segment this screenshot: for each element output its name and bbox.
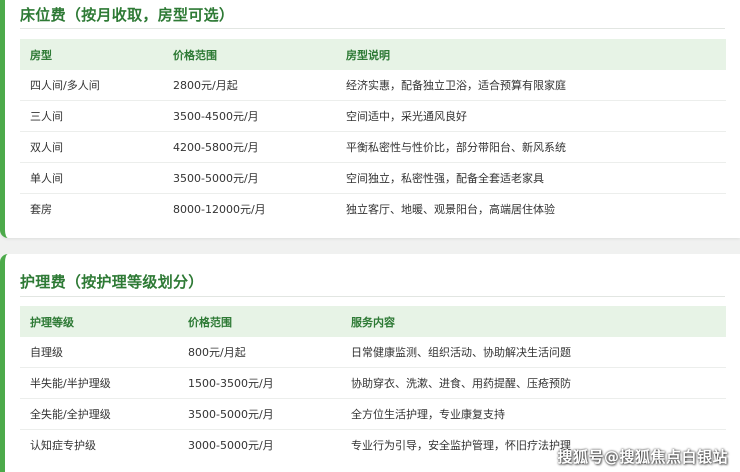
column-header-price-range: 价格范围 (163, 39, 336, 70)
description-cell: 空间独立，私密性强，配备全套适老家具 (336, 162, 726, 194)
table-row: 半失能/半护理级 1500-3500元/月 协助穿衣、洗漱、进食、用药提醒、压疮… (20, 367, 726, 399)
service-cell: 日常健康监测、组织活动、协助解决生活问题 (341, 337, 726, 368)
column-header-price-range: 价格范围 (178, 306, 341, 337)
price-cell: 800元/月起 (178, 337, 341, 368)
price-cell: 1500-3500元/月 (178, 367, 341, 399)
price-cell: 3500-5000元/月 (178, 398, 341, 430)
description-cell: 独立客厅、地暖、观景阳台，高端居住体验 (346, 203, 555, 216)
price-cell: 3500-4500元/月 (163, 100, 336, 132)
care-fee-divider (20, 296, 725, 297)
price-cell: 2800元/月起 (163, 70, 336, 101)
bed-fee-card: 床位费（按月收取，房型可选） 房型 价格范围 房型说明 四人间/多人间 2800… (0, 0, 740, 238)
description-cell: 经济实惠，配备独立卫浴，适合预算有限家庭 (336, 70, 726, 101)
column-header-service-content: 服务内容 (341, 306, 726, 337)
bed-fee-table: 房型 价格范围 房型说明 四人间/多人间 2800元/月起 经济实惠，配备独立卫… (20, 39, 726, 224)
bed-fee-divider (20, 28, 725, 29)
column-header-room-description: 房型说明 (336, 39, 726, 70)
table-row: 套房 8000-12000元/月 独立客厅、地暖、观景阳台，高端居住体验 (20, 194, 726, 225)
watermark: 搜狐号@搜狐焦点白银站 (557, 448, 728, 466)
room-type-cell: 双人间 (20, 131, 163, 163)
care-level-cell: 自理级 (20, 337, 178, 368)
table-header-row: 护理等级 价格范围 服务内容 (20, 306, 726, 337)
care-fee-title: 护理费（按护理等级划分） (20, 273, 204, 291)
price-cell: 4200-5800元/月 (163, 131, 336, 163)
description-cell: 空间适中，采光通风良好 (336, 100, 726, 132)
table-row: 全失能/全护理级 3500-5000元/月 全方位生活护理，专业康复支持 (20, 398, 726, 430)
description-cell: 平衡私密性与性价比，部分带阳台、新风系统 (336, 131, 726, 163)
care-level-cell: 认知症专护级 (30, 439, 96, 452)
care-fee-card: 护理费（按护理等级划分） 护理等级 价格范围 服务内容 自理级 800元/月起 … (0, 254, 740, 472)
room-type-cell: 四人间/多人间 (20, 70, 163, 101)
price-cell: 8000-12000元/月 (173, 203, 266, 216)
care-level-cell: 全失能/全护理级 (20, 398, 178, 430)
column-header-care-level: 护理等级 (20, 306, 178, 337)
price-cell: 3500-5000元/月 (163, 162, 336, 194)
price-cell: 3000-5000元/月 (188, 439, 274, 452)
table-row: 单人间 3500-5000元/月 空间独立，私密性强，配备全套适老家具 (20, 162, 726, 194)
room-type-cell: 单人间 (20, 162, 163, 194)
column-header-room-type: 房型 (20, 39, 163, 70)
service-cell: 协助穿衣、洗漱、进食、用药提醒、压疮预防 (341, 367, 726, 399)
room-type-cell: 套房 (30, 203, 52, 216)
care-fee-table: 护理等级 价格范围 服务内容 自理级 800元/月起 日常健康监测、组织活动、协… (20, 306, 726, 460)
table-row: 自理级 800元/月起 日常健康监测、组织活动、协助解决生活问题 (20, 337, 726, 368)
table-row: 四人间/多人间 2800元/月起 经济实惠，配备独立卫浴，适合预算有限家庭 (20, 70, 726, 101)
care-level-cell: 半失能/半护理级 (20, 367, 178, 399)
service-cell: 全方位生活护理，专业康复支持 (341, 398, 726, 430)
table-header-row: 房型 价格范围 房型说明 (20, 39, 726, 70)
table-row: 双人间 4200-5800元/月 平衡私密性与性价比，部分带阳台、新风系统 (20, 131, 726, 163)
bed-fee-title: 床位费（按月收取，房型可选） (20, 6, 235, 24)
room-type-cell: 三人间 (20, 100, 163, 132)
table-row: 三人间 3500-4500元/月 空间适中，采光通风良好 (20, 100, 726, 132)
